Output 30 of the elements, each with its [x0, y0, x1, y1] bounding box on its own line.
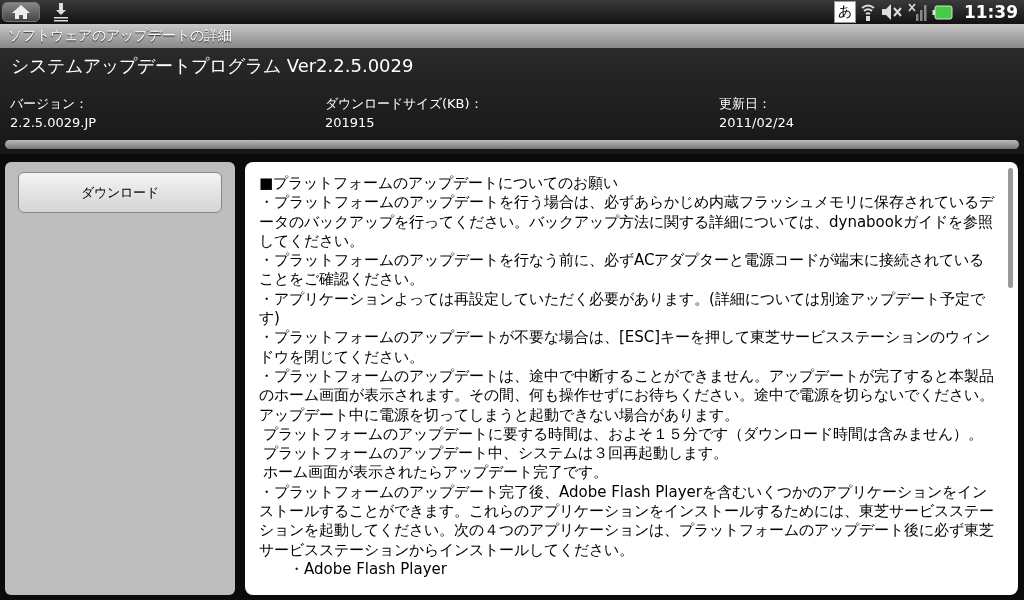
note-paragraph: ■プラットフォームのアップデートについてのお願い: [259, 174, 620, 194]
note-paragraph: ホーム画面が表示されたらアップデート完了です。: [262, 463, 609, 483]
download-icon[interactable]: [52, 2, 70, 22]
scrollbar[interactable]: [1008, 168, 1013, 288]
field-label: 更新日：: [719, 95, 772, 113]
battery-icon: [931, 2, 954, 22]
home-icon: [11, 4, 31, 20]
field-value: 201915: [325, 115, 376, 130]
note-paragraph: ・Adobe Flash Player: [288, 559, 448, 580]
field-label: バージョン：: [10, 95, 89, 113]
note-paragraph: ・プラットフォームのアップデート完了後、Adobe Flash Playerを含むいくつかのアプリケーションをインストールすることができます。これらのアプリケーションをインストールするためには、東芝サービスステーションを起動してください。次の４つのアプリケーションは、プラットフォームのアップデート後に必ず東芝サービスステーションからインストールしてください。: [259, 482, 994, 560]
field-label: ダウンロードサイズ(KB)：: [325, 95, 484, 113]
signal-icon: [907, 2, 928, 22]
program-title: システムアップデートプログラム Ver2.2.5.0029: [10, 54, 415, 78]
muted-speaker-icon: [879, 2, 904, 22]
note-paragraph: ・プラットフォームのアップデートが不要な場合は、[ESC]キーを押して東芝サービスステーションのウィンドウを閉じてください。: [259, 328, 992, 367]
input-method-indicator: あ: [833, 1, 856, 23]
note-paragraph: ・プラットフォームのアップデートを行う場合は、必ずあらかじめ内蔵フラッシュメモリに保存されているデータのバックアップを行ってください。バックアップ方法に関する詳細については、dynabookガイドを参照してください。: [259, 193, 994, 252]
note-paragraph: ・アプリケーションよっては再設定していただく必要があります。(詳細については別途アップデート予定です): [259, 289, 986, 329]
screen-title: ソフトウェアのアップデートの詳細: [8, 27, 232, 45]
wifi-icon: [859, 2, 876, 22]
note-paragraph: プラットフォームのアップデートに要する時間は、およそ１５分です（ダウンロード時間は含みません）。: [262, 424, 984, 445]
download-button[interactable]: ダウンロード: [18, 172, 222, 213]
note-paragraph: ・プラットフォームのアップデートは、途中で中断することができません。アップデートが完了すると本製品のホーム画面が表示されます。その間、何も操作せずにお待ちください。途中で電源を切らないでください。アップデート中に電源を切ってしまうと起動できない場合があります。: [259, 366, 994, 425]
field-value: 2011/02/24: [719, 115, 795, 130]
field-value: 2.2.5.0029.JP: [10, 115, 98, 130]
note-paragraph: プラットフォームのアップデート中、システムは３回再起動します。: [262, 444, 729, 464]
note-paragraph: ・プラットフォームのアップデートを行なう前に、必ずACアダプターと電源コードが端末に接続されていることをご確認ください。: [259, 251, 986, 290]
home-button[interactable]: [2, 2, 40, 22]
clock-time: 11:39: [963, 2, 1018, 22]
